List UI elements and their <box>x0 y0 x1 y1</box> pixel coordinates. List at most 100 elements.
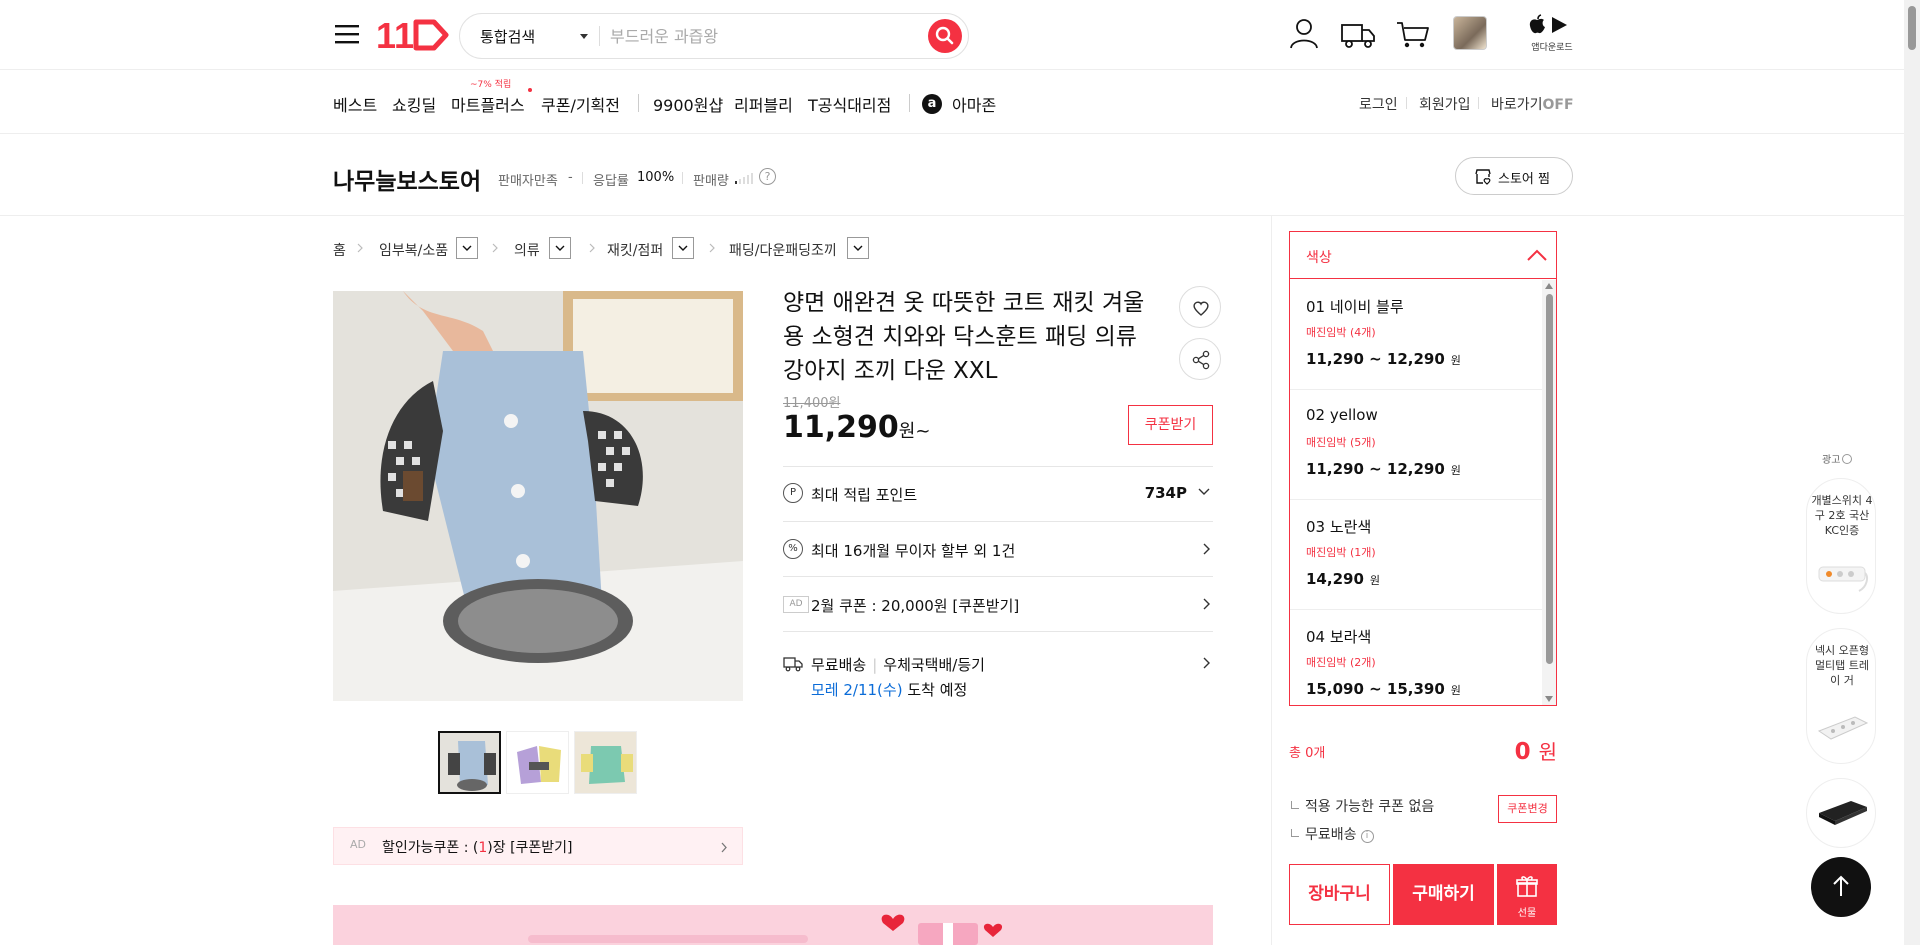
nav-shocking-deal[interactable]: 쇼킹딜 <box>392 92 436 116</box>
ad-card[interactable]: 넥시 오픈형 멀티탭 트레이 거 <box>1806 628 1876 764</box>
change-coupon-button[interactable]: 쿠폰변경 <box>1498 795 1557 823</box>
option-item[interactable]: 03 노란색 매진임박 (1개) 14,290 원 <box>1290 500 1542 610</box>
meta-divider <box>682 172 683 184</box>
response-label: 응답률 <box>593 174 629 189</box>
nav-coupon-event[interactable]: 쿠폰/기획전 <box>541 92 620 116</box>
util-divider <box>1478 97 1479 109</box>
option-item[interactable]: 04 보라색 매진임박 (2개) 15,090 ~ 15,390 원 <box>1290 610 1542 705</box>
svg-text:11: 11 <box>376 16 414 54</box>
breadcrumb: 홈 임부복/소품 의류 재킷/점퍼 패딩/다운패딩조끼 <box>333 234 933 264</box>
signup-link[interactable]: 회원가입 <box>1419 94 1471 114</box>
ad-coupon-label: 2월 쿠폰 : 20,000원 [쿠폰받기] <box>811 597 1020 615</box>
points-value: 734P <box>1144 484 1187 502</box>
meta-divider <box>582 172 583 184</box>
power-strip-image <box>1818 566 1868 592</box>
installment-label: 최대 16개월 무이자 할부 외 1건 <box>811 542 1016 560</box>
breadcrumb-category-2[interactable]: 의류 <box>514 240 540 260</box>
breadcrumb-category-4[interactable]: 패딩/다운패딩조끼 <box>729 240 837 260</box>
search-bar: 통합검색 <box>459 13 969 59</box>
ad-tag: AD <box>350 838 366 851</box>
option-stock: 매진임박 (4개) <box>1306 326 1376 339</box>
option-item[interactable]: 02 yellow 매진임박 (5개) 11,290 ~ 12,290 원 <box>1290 390 1542 500</box>
thumbnail-2[interactable] <box>506 731 569 794</box>
option-stock: 매진임박 (5개) <box>1306 436 1376 449</box>
option-item[interactable]: 01 네이비 블루 매진임박 (4개) 11,290 ~ 12,290 원 <box>1290 280 1542 390</box>
util-divider <box>1406 97 1407 109</box>
caret-down-icon <box>580 34 588 39</box>
my-page-user-icon[interactable] <box>1284 14 1324 54</box>
nav-mart-plus[interactable]: 마트플러스 <box>451 92 525 116</box>
shopping-cart-icon[interactable] <box>1393 14 1433 54</box>
chevron-up-icon <box>1527 249 1547 261</box>
breadcrumb-dropdown-1[interactable] <box>456 237 478 259</box>
points-row[interactable]: P 최대 적립 포인트 734P <box>783 466 1213 521</box>
buy-now-button[interactable]: 구매하기 <box>1393 864 1494 925</box>
option-scroll-thumb[interactable] <box>1546 294 1553 664</box>
chevron-down-icon <box>462 245 472 251</box>
sales-level-bars-icon <box>735 172 755 184</box>
scroll-to-top-button[interactable] <box>1811 857 1871 917</box>
search-button[interactable] <box>928 19 962 53</box>
recently-viewed-thumbnail[interactable] <box>1453 16 1487 50</box>
breadcrumb-category-1[interactable]: 임부복/소품 <box>379 240 448 260</box>
amazon-logo-icon[interactable]: a <box>922 94 942 114</box>
wishlist-button[interactable] <box>1179 286 1221 328</box>
option-scrollbar[interactable] <box>1542 280 1556 705</box>
option-header[interactable]: 색상 <box>1290 232 1556 279</box>
delivery-truck-icon[interactable] <box>1338 14 1378 54</box>
store-name[interactable]: 나무늘보스토어 <box>333 162 481 196</box>
chevron-right-icon <box>709 243 715 253</box>
breadcrumb-home[interactable]: 홈 <box>333 240 346 260</box>
product-main-image[interactable] <box>333 291 743 701</box>
option-price: 11,290 ~ 12,290 원 <box>1306 460 1461 478</box>
breadcrumb-dropdown-4[interactable] <box>847 237 869 259</box>
mart-plus-badge: ~7% 적립 <box>470 80 512 90</box>
help-icon[interactable]: ? <box>759 168 776 185</box>
option-price: 14,290 원 <box>1306 570 1381 588</box>
nav-divider <box>638 94 639 112</box>
ad-card[interactable] <box>1806 778 1876 848</box>
gift-button[interactable]: 선물 <box>1497 864 1557 925</box>
gift-icon <box>1516 876 1538 897</box>
app-store-icons[interactable] <box>1527 14 1571 36</box>
hamburger-menu-icon[interactable] <box>333 20 361 48</box>
nav-amazon[interactable]: 아마존 <box>952 92 996 116</box>
thumbnail-1[interactable] <box>438 731 501 794</box>
info-icon[interactable] <box>1842 454 1853 464</box>
store-favorite-button[interactable]: 스토어 찜 <box>1455 157 1573 195</box>
breadcrumb-dropdown-2[interactable] <box>549 237 571 259</box>
add-to-cart-button[interactable]: 장바구니 <box>1289 864 1390 925</box>
search-divider <box>599 26 600 46</box>
discount-coupon-text: 할인가능쿠폰 : (1)장 [쿠폰받기] <box>382 840 573 856</box>
share-icon <box>1192 350 1210 370</box>
promo-banner[interactable] <box>333 905 1213 945</box>
ad-coupon-row[interactable]: AD 2월 쿠폰 : 20,000원 [쿠폰받기] <box>783 576 1213 631</box>
nav-best[interactable]: 베스트 <box>333 92 377 116</box>
login-link[interactable]: 로그인 <box>1359 94 1398 114</box>
info-icon[interactable]: i <box>1360 830 1374 843</box>
shipping-row[interactable]: 무료배송 | 우체국택배/등기 모레 2/11(수) 도착 예정 <box>783 631 1213 703</box>
chevron-down-icon <box>853 245 863 251</box>
thumbnail-3[interactable] <box>574 731 637 794</box>
option-header-label: 색상 <box>1306 250 1332 266</box>
search-input[interactable] <box>610 21 920 51</box>
satisfaction-label: 판매자만족 <box>498 174 558 189</box>
get-coupon-button[interactable]: 쿠폰받기 <box>1128 405 1213 445</box>
nav-t-official[interactable]: T공식대리점 <box>808 92 891 116</box>
page-scrollbar[interactable] <box>1904 0 1920 945</box>
shipping-eta: 모레 2/11(수) 도착 예정 <box>811 681 968 699</box>
search-category-select[interactable]: 통합검색 <box>480 26 535 47</box>
scroll-down-icon <box>1545 696 1553 702</box>
discount-coupon-banner[interactable]: AD 할인가능쿠폰 : (1)장 [쿠폰받기] <box>333 827 743 865</box>
nav-refurbly[interactable]: 리퍼블리 <box>734 92 793 116</box>
ad-card[interactable]: 개별스위치 4구 2호 국산 KC인증 <box>1806 478 1876 614</box>
breadcrumb-dropdown-3[interactable] <box>672 237 694 259</box>
installment-row[interactable]: % 최대 16개월 무이자 할부 외 1건 <box>783 521 1213 576</box>
breadcrumb-category-3[interactable]: 재킷/점퍼 <box>607 240 663 260</box>
page-scroll-thumb[interactable] <box>1908 6 1916 50</box>
shortcut-toggle[interactable]: 바로가기OFF <box>1491 94 1574 114</box>
share-button[interactable] <box>1179 338 1221 380</box>
nav-9900-shop[interactable]: 9900원샵 <box>653 92 723 116</box>
brand-logo[interactable]: 11 <box>376 16 450 54</box>
shortcut-label: 바로가기 <box>1491 97 1543 113</box>
